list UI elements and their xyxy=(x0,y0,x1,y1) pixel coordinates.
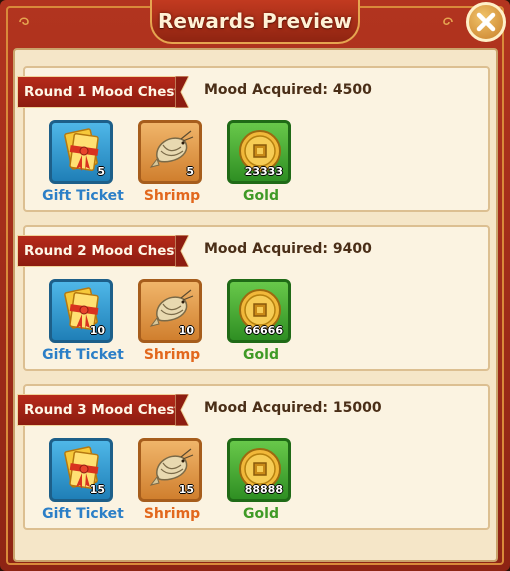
reward-count: 15 xyxy=(178,483,194,496)
reward-item-gift-ticket[interactable]: 5 Gift Ticket xyxy=(35,118,124,208)
reward-tile: 15 xyxy=(138,438,202,502)
close-button[interactable] xyxy=(466,2,506,42)
reward-name: Shrimp xyxy=(143,506,201,522)
reward-tile: 10 xyxy=(138,279,202,343)
ribbon-tail-icon xyxy=(175,235,189,267)
reward-name: Gold xyxy=(243,347,279,363)
reward-count: 10 xyxy=(89,324,105,337)
mood-acquired: Mood Acquired: 9400 xyxy=(204,241,372,257)
ribbon-tail-icon xyxy=(175,394,189,426)
reward-tile: 10 xyxy=(49,279,113,343)
window-title: Rewards Preview xyxy=(157,9,352,33)
mood-label: Mood Acquired: xyxy=(204,241,329,257)
ribbon-tail-icon xyxy=(175,76,189,108)
reward-count: 88888 xyxy=(244,483,283,496)
mood-value: 15000 xyxy=(332,400,382,416)
reward-count: 23333 xyxy=(244,165,283,178)
round-section-2: Round 2 Mood Chest Mood Acquired: 9400 1… xyxy=(17,225,490,371)
mood-value: 9400 xyxy=(332,241,372,257)
reward-count: 5 xyxy=(97,165,105,178)
mood-label: Mood Acquired: xyxy=(204,400,329,416)
reward-item-gold[interactable]: 88888 Gold xyxy=(213,436,301,526)
chest-ribbon: Round 2 Mood Chest xyxy=(17,235,181,267)
rewards-panel: Round 1 Mood Chest Mood Acquired: 4500 5… xyxy=(13,48,498,562)
rewards-preview-window: Rewards Preview Round 1 Mood Chest Mood … xyxy=(0,0,510,571)
close-icon xyxy=(476,12,496,32)
mood-acquired: Mood Acquired: 15000 xyxy=(204,400,382,416)
reward-item-gold[interactable]: 23333 Gold xyxy=(213,118,301,208)
reward-tile: 88888 xyxy=(227,438,291,502)
reward-item-gift-ticket[interactable]: 10 Gift Ticket xyxy=(35,277,124,367)
reward-name: Gold xyxy=(243,188,279,204)
reward-item-shrimp[interactable]: 5 Shrimp xyxy=(124,118,212,208)
reward-count: 15 xyxy=(89,483,105,496)
reward-list: 10 Gift Ticket 10 Shrimp 66666 Gold xyxy=(25,277,488,367)
reward-count: 5 xyxy=(186,165,194,178)
mood-value: 4500 xyxy=(332,82,372,98)
round-section-1: Round 1 Mood Chest Mood Acquired: 4500 5… xyxy=(17,66,490,212)
reward-name: Gift Ticket xyxy=(42,506,124,522)
reward-tile: 15 xyxy=(49,438,113,502)
mood-acquired: Mood Acquired: 4500 xyxy=(204,82,372,98)
swirl-ornament-icon xyxy=(443,17,453,26)
reward-list: 5 Gift Ticket 5 Shrimp 23333 Gold xyxy=(25,118,488,208)
reward-count: 10 xyxy=(178,324,194,337)
round-section-3: Round 3 Mood Chest Mood Acquired: 15000 … xyxy=(17,384,490,530)
reward-list: 15 Gift Ticket 15 Shrimp 88888 Gold xyxy=(25,436,488,526)
reward-name: Gift Ticket xyxy=(42,188,124,204)
reward-name: Shrimp xyxy=(143,188,201,204)
reward-name: Gold xyxy=(243,506,279,522)
reward-tile: 5 xyxy=(138,120,202,184)
reward-name: Gift Ticket xyxy=(42,347,124,363)
title-plate: Rewards Preview xyxy=(150,0,360,44)
reward-item-gold[interactable]: 66666 Gold xyxy=(213,277,301,367)
reward-item-shrimp[interactable]: 15 Shrimp xyxy=(124,436,212,526)
mood-label: Mood Acquired: xyxy=(204,82,329,98)
reward-name: Shrimp xyxy=(143,347,201,363)
reward-tile: 66666 xyxy=(227,279,291,343)
reward-tile: 23333 xyxy=(227,120,291,184)
reward-item-gift-ticket[interactable]: 15 Gift Ticket xyxy=(35,436,124,526)
chest-ribbon: Round 3 Mood Chest xyxy=(17,394,181,426)
reward-count: 66666 xyxy=(244,324,283,337)
reward-item-shrimp[interactable]: 10 Shrimp xyxy=(124,277,212,367)
reward-tile: 5 xyxy=(49,120,113,184)
swirl-ornament-icon xyxy=(19,17,29,26)
chest-ribbon: Round 1 Mood Chest xyxy=(17,76,181,108)
